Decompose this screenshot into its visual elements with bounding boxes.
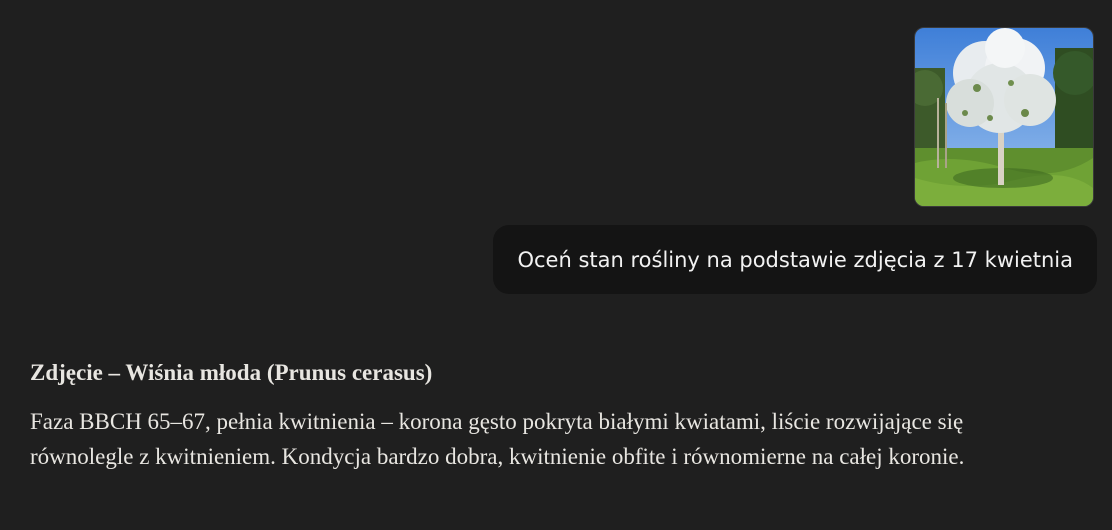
assistant-message: Zdjęcie – Wiśnia młoda (Prunus cerasus) … [30, 356, 990, 474]
chat-conversation: Oceń stan rośliny na podstawie zdjęcia z… [0, 0, 1112, 530]
assistant-message-heading: Zdjęcie – Wiśnia młoda (Prunus cerasus) [30, 360, 433, 385]
cherry-tree-photo-icon [915, 28, 1093, 206]
attached-photo-thumbnail[interactable] [914, 27, 1094, 207]
assistant-message-body: Faza BBCH 65–67, pełnia kwitnienia – kor… [30, 409, 965, 469]
user-message-bubble: Oceń stan rośliny na podstawie zdjęcia z… [493, 225, 1097, 294]
